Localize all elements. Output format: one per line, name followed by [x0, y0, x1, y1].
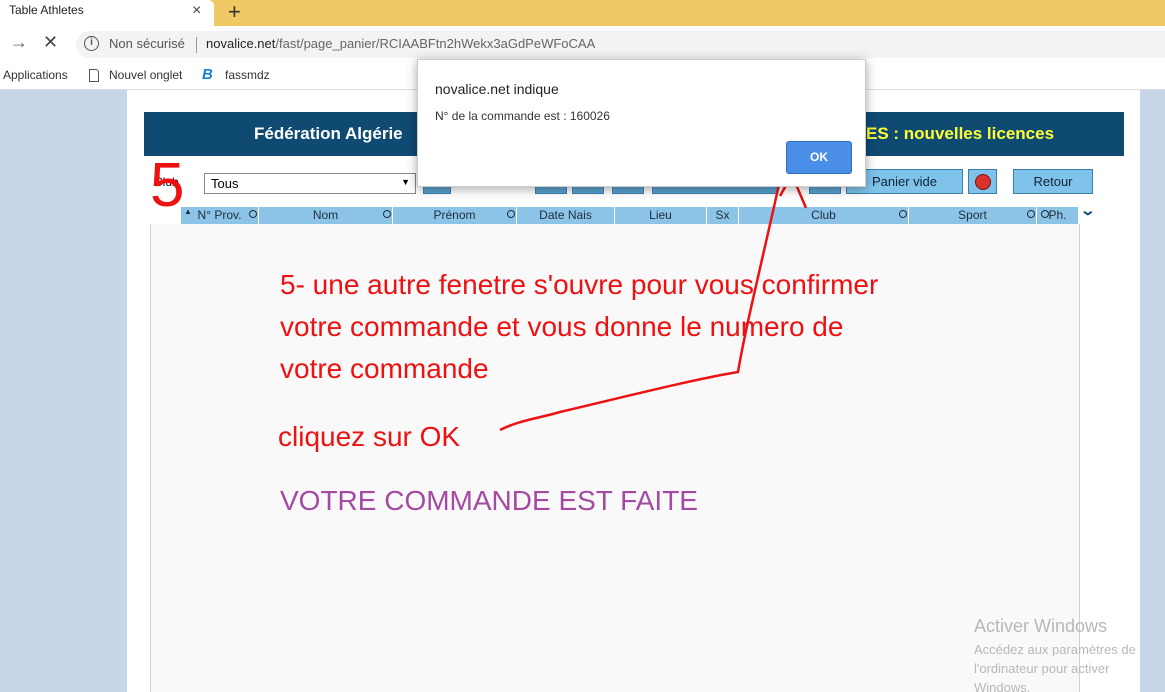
ok-button[interactable]: OK	[786, 141, 852, 174]
watermark-title: Activer Windows	[974, 616, 1108, 636]
alert-dialog: novalice.net indique N° de la commande e…	[417, 59, 866, 187]
watermark-text: Accédez aux paramètres de l'ordinateur p…	[974, 642, 1136, 692]
dialog-message: N° de la commande est : 160026	[435, 109, 610, 123]
dialog-title: novalice.net indique	[435, 81, 559, 97]
